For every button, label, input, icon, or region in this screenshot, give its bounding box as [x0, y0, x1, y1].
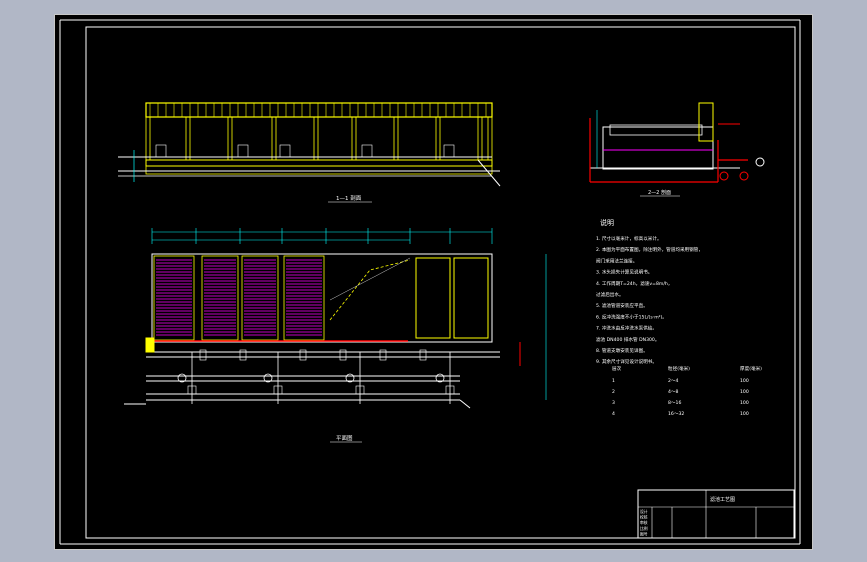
elevation-column	[227, 116, 233, 161]
filter-cell	[241, 255, 279, 341]
notes-line: 3. 水头损失计算见说明书。	[596, 269, 652, 276]
elevation-column	[271, 116, 277, 161]
plan-clearwell-1	[415, 257, 451, 339]
elevation-valve-box	[443, 144, 455, 158]
title-block-cells: 设计校核审核比例图号	[640, 509, 648, 536]
drawing-name: 滤池工艺图	[710, 496, 735, 503]
title-cell-label: 校核	[640, 515, 648, 520]
elevation-title: 1—1 剖面	[336, 194, 362, 202]
plan-diagonal-thin	[329, 257, 411, 301]
table-cell: 4	[612, 411, 615, 417]
elevation-column	[435, 116, 441, 161]
section-valve-3	[755, 157, 765, 167]
elevation-valve-box	[155, 144, 167, 158]
notes-line: 过滤后出水。	[596, 291, 624, 298]
elevation-column	[313, 116, 319, 161]
table-cell: 100	[740, 389, 749, 395]
table-cell: 3	[612, 400, 615, 406]
title-block: 滤池工艺图 设计校核审核比例图号	[637, 489, 795, 539]
notes-line: 8. 管道支墩安装见详图。	[596, 347, 648, 354]
cad-drawing-canvas: 1—1 剖面 2—2 剖面 平面图 说明 1. 尺寸以毫米计，标高以米计。2. …	[59, 19, 801, 545]
elevation-column	[393, 116, 399, 161]
elevation-floor-slab	[145, 159, 493, 167]
gravel-layer-table: 层次 粒径(毫米) 厚度(毫米) 1 2～4 100 2 4～8 100 3 8～16 100 4 16～…	[612, 365, 762, 417]
table-cell: 16～32	[668, 411, 684, 417]
table-cell: 100	[740, 378, 749, 384]
plan-title: 平面图	[336, 434, 353, 442]
elevation-view: 1—1 剖面	[118, 102, 501, 203]
elevation-channel	[145, 165, 493, 175]
plan-view: 平面图	[124, 228, 547, 443]
table-header: 粒径(毫米)	[668, 365, 690, 372]
notes-line: 1. 尺寸以毫米计，标高以米计。	[596, 235, 662, 242]
title-cell-label: 图号	[640, 531, 648, 536]
section-view: 2—2 剖面	[589, 102, 765, 197]
table-cell: 4～8	[668, 389, 679, 395]
plan-right-pipe	[459, 399, 471, 409]
notes-line: 5. 滤池管道安装应平直。	[596, 302, 648, 309]
title-cell-label: 设计	[640, 509, 648, 514]
elevation-roof-ticks	[149, 103, 487, 117]
notes-line: 滤池 DN400 排水管 DN300。	[596, 336, 659, 343]
cad-viewport: 1—1 剖面 2—2 剖面 平面图 说明 1. 尺寸以毫米计，标高以米计。 2.…	[0, 0, 867, 562]
notes-lines: 1. 尺寸以毫米计，标高以米计。 2. 本图为平面布置图，除注明外，管道均采用钢管…	[596, 235, 703, 365]
elevation-valve-box	[237, 144, 249, 158]
elevation-valve-box	[361, 144, 373, 158]
inner-border-frame	[85, 26, 796, 539]
elevation-outlet-pipe	[477, 159, 501, 187]
notes-line: 6. 反冲洗强度不小于15L/(s·m²)。	[596, 313, 667, 320]
plan-inlet-box	[145, 337, 155, 353]
elevation-column	[487, 116, 493, 161]
plan-valves	[177, 349, 455, 404]
notes-line: 4. 工作周期T=24h，滤速v=8m/h，	[596, 280, 672, 287]
filter-cell	[201, 255, 239, 341]
notes-line: 7. 冲洗水由反冲洗水泵供给。	[596, 325, 657, 332]
table-cell: 1	[612, 378, 615, 384]
notes-block: 说明 1. 尺寸以毫米计，标高以米计。 2. 本图为平面布置图，除注明外，管道均采…	[596, 218, 762, 417]
section-title: 2—2 剖面	[648, 189, 671, 196]
filter-cell	[153, 255, 195, 341]
table-header: 厚度(毫米)	[740, 365, 762, 372]
elevation-column	[185, 116, 191, 161]
section-valve-2	[739, 171, 749, 181]
filter-cell	[283, 255, 325, 341]
notes-heading: 说明	[600, 218, 614, 227]
plan-clearwell-2	[453, 257, 489, 339]
plan-filter-cells	[153, 255, 325, 341]
plan-diagonal-pipe	[329, 259, 411, 321]
section-tank	[602, 126, 714, 170]
elevation-column	[351, 116, 357, 161]
table-cell: 2～4	[668, 378, 679, 384]
table-header: 层次	[612, 365, 622, 372]
elevation-columns	[145, 116, 493, 161]
plan-dimension-ticks	[151, 228, 493, 244]
elevation-column	[477, 116, 483, 161]
notes-line: 2. 本图为平面布置图，除注明外，管道均采用钢管，	[596, 246, 703, 253]
title-cell-label: 比例	[640, 526, 648, 531]
table-cell: 8～16	[668, 400, 681, 406]
table-cell: 100	[740, 400, 749, 406]
notes-line: 阀门采用法兰连接。	[596, 257, 637, 264]
section-valve-1	[719, 171, 729, 181]
table-cell: 100	[740, 411, 749, 417]
title-cell-label: 审核	[640, 520, 648, 525]
elevation-valve-box	[279, 144, 291, 158]
table-cell: 2	[612, 389, 615, 395]
notes-line: 9. 其余尺寸详见设计说明书。	[596, 358, 657, 365]
elevation-column	[145, 116, 151, 161]
